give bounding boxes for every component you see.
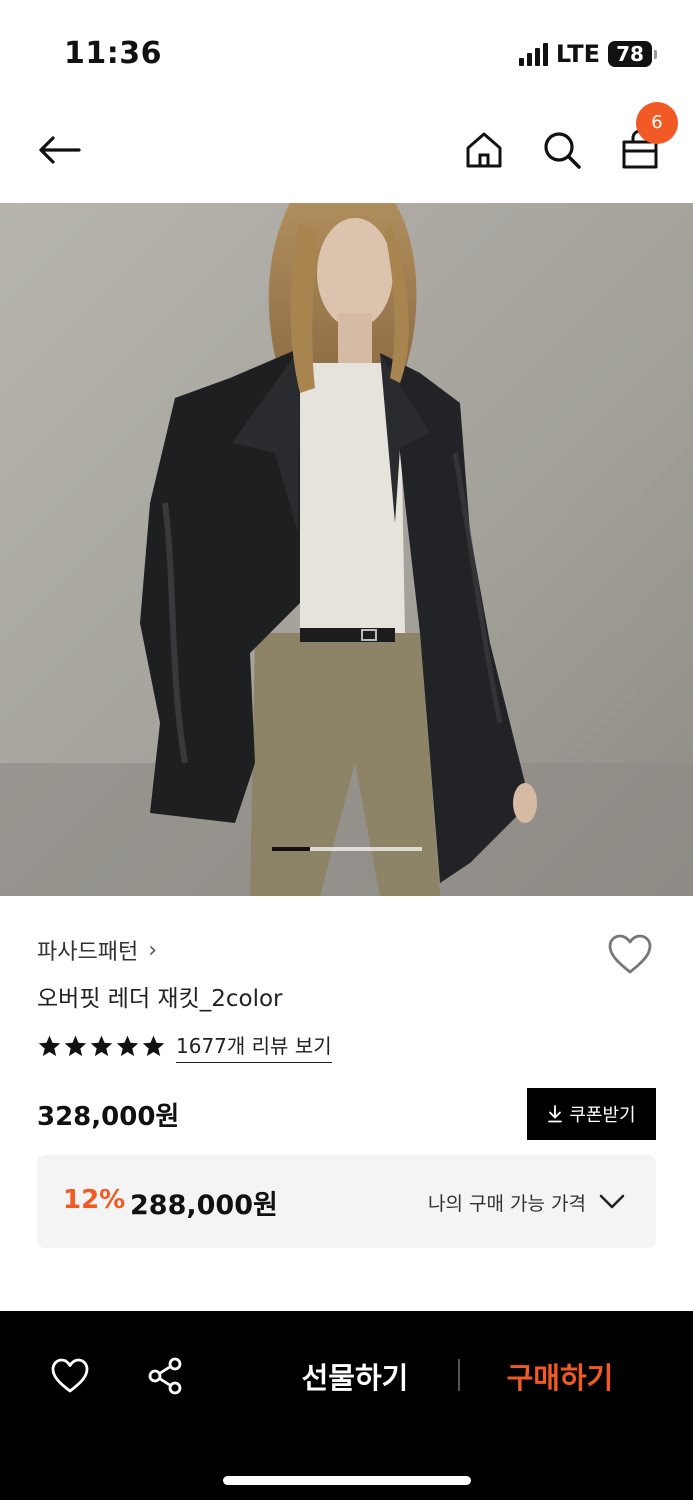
heart-icon: [608, 934, 652, 974]
my-price-label: 나의 구매 가능 가격: [428, 1193, 586, 1215]
brand-link[interactable]: 파사드패턴 ›: [37, 934, 157, 966]
search-icon: [544, 132, 581, 169]
product-photo: [0, 203, 693, 896]
brand-name: 파사드패턴: [37, 940, 139, 965]
bottom-action-bar: 선물하기 구매하기: [0, 1311, 693, 1500]
rating-row: 1677개 리뷰 보기: [37, 1030, 332, 1063]
battery-level: 78: [608, 41, 652, 67]
cart-count-badge: 6: [636, 102, 678, 144]
home-indicator[interactable]: [223, 1476, 471, 1485]
chevron-down-icon: [599, 1194, 625, 1209]
search-button[interactable]: [536, 124, 588, 176]
download-icon: [548, 1105, 563, 1123]
discount-rate: 12%: [63, 1185, 126, 1215]
network-type: LTE: [555, 40, 600, 68]
home-icon: [466, 132, 502, 168]
star-icon: [116, 1035, 139, 1057]
original-price: 328,000원: [37, 1102, 180, 1132]
share-icon: [148, 1357, 182, 1395]
chevron-right-icon: ›: [148, 937, 158, 963]
status-time: 11:36: [64, 36, 162, 71]
rating-stars: [37, 1034, 166, 1059]
star-icon: [38, 1035, 61, 1057]
bottom-wishlist-button[interactable]: [45, 1351, 95, 1401]
share-button[interactable]: [140, 1351, 190, 1401]
wishlist-button[interactable]: [606, 931, 654, 979]
image-slider-progress: [272, 847, 310, 851]
back-arrow-icon: [39, 136, 81, 164]
status-bar: 11:36 LTE 78: [0, 0, 693, 100]
status-indicators: LTE 78: [518, 40, 657, 68]
gift-button[interactable]: 선물하기: [280, 1349, 430, 1403]
signal-icon: [518, 42, 548, 66]
star-icon: [90, 1035, 113, 1057]
product-name: 오버핏 레더 재킷_2color: [37, 986, 283, 1012]
coupon-button[interactable]: 쿠폰받기: [527, 1088, 656, 1140]
home-button[interactable]: [458, 124, 510, 176]
buy-button[interactable]: 구매하기: [485, 1349, 635, 1403]
back-button[interactable]: [33, 124, 85, 176]
button-divider: [458, 1359, 460, 1391]
coupon-button-label: 쿠폰받기: [569, 1105, 636, 1126]
review-link[interactable]: 1677개 리뷰 보기: [176, 1030, 332, 1063]
product-image[interactable]: [0, 203, 693, 896]
heart-icon: [51, 1358, 89, 1393]
star-icon: [142, 1035, 165, 1057]
star-icon: [64, 1035, 87, 1057]
my-price-panel[interactable]: 12% 288,000원 나의 구매 가능 가격: [37, 1155, 656, 1248]
battery-icon: 78: [608, 41, 657, 67]
sale-price: 288,000원: [130, 1190, 278, 1221]
nav-bar: [0, 104, 693, 200]
